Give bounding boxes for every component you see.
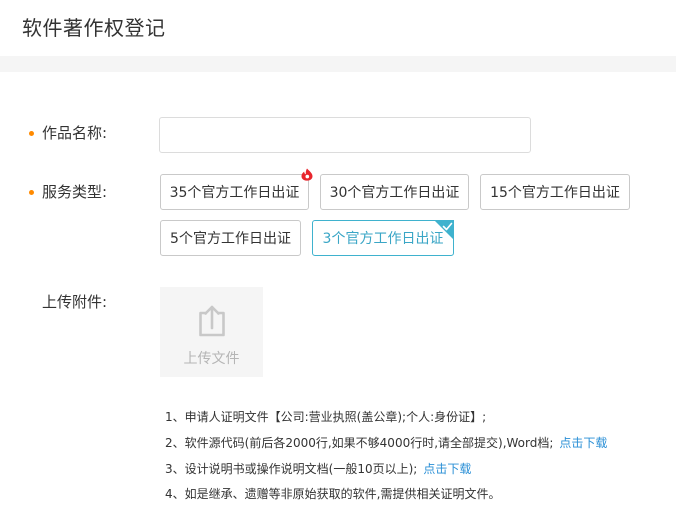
service-option-35-days[interactable]: 35个官方工作日出证 — [160, 174, 309, 210]
service-option-label: 3个官方工作日出证 — [322, 231, 444, 247]
service-option-5-days[interactable]: 5个官方工作日出证 — [160, 220, 301, 256]
requirement-note-2: 2、软件源代码(前后各2000行,如果不够4000行时,请全部提交),Word档… — [165, 436, 608, 450]
service-option-30-days[interactable]: 30个官方工作日出证 — [320, 174, 469, 210]
requirement-note-1: 1、申请人证明文件【公司:营业执照(盖公章);个人:身份证】; — [165, 410, 487, 424]
service-option-label: 5个官方工作日出证 — [170, 231, 291, 247]
service-option-label: 35个官方工作日出证 — [169, 185, 300, 201]
service-option-15-days[interactable]: 15个官方工作日出证 — [480, 174, 630, 210]
requirement-note-4: 4、如是继承、遗赠等非原始获取的软件,需提供相关证明文件。 — [165, 487, 501, 501]
upload-file-button[interactable]: 上传文件 — [160, 287, 263, 377]
download-manual-link[interactable]: 点击下载 — [423, 462, 471, 476]
service-option-label: 15个官方工作日出证 — [490, 185, 620, 201]
work-name-label: 作品名称: — [42, 124, 108, 142]
work-name-input[interactable] — [159, 117, 531, 153]
page-title: 软件著作权登记 — [22, 16, 166, 40]
hot-badge-icon — [301, 168, 313, 181]
download-source-code-link[interactable]: 点击下载 — [559, 436, 607, 450]
service-option-label: 30个官方工作日出证 — [329, 185, 460, 201]
service-option-3-days[interactable]: 3个官方工作日出证 — [312, 220, 454, 256]
upload-file-label: 上传文件 — [183, 351, 240, 367]
header-divider-band — [0, 56, 676, 72]
required-dot-icon — [29, 190, 34, 195]
selected-check-icon — [434, 220, 454, 240]
requirement-note-3: 3、设计说明书或操作说明文档(一般10页以上); 点击下载 — [165, 462, 472, 476]
upload-icon — [198, 305, 225, 337]
service-type-label: 服务类型: — [42, 183, 108, 201]
page-header: 软件著作权登记 — [0, 0, 676, 56]
required-dot-icon — [29, 131, 34, 136]
attachment-label: 上传附件: — [42, 293, 108, 311]
